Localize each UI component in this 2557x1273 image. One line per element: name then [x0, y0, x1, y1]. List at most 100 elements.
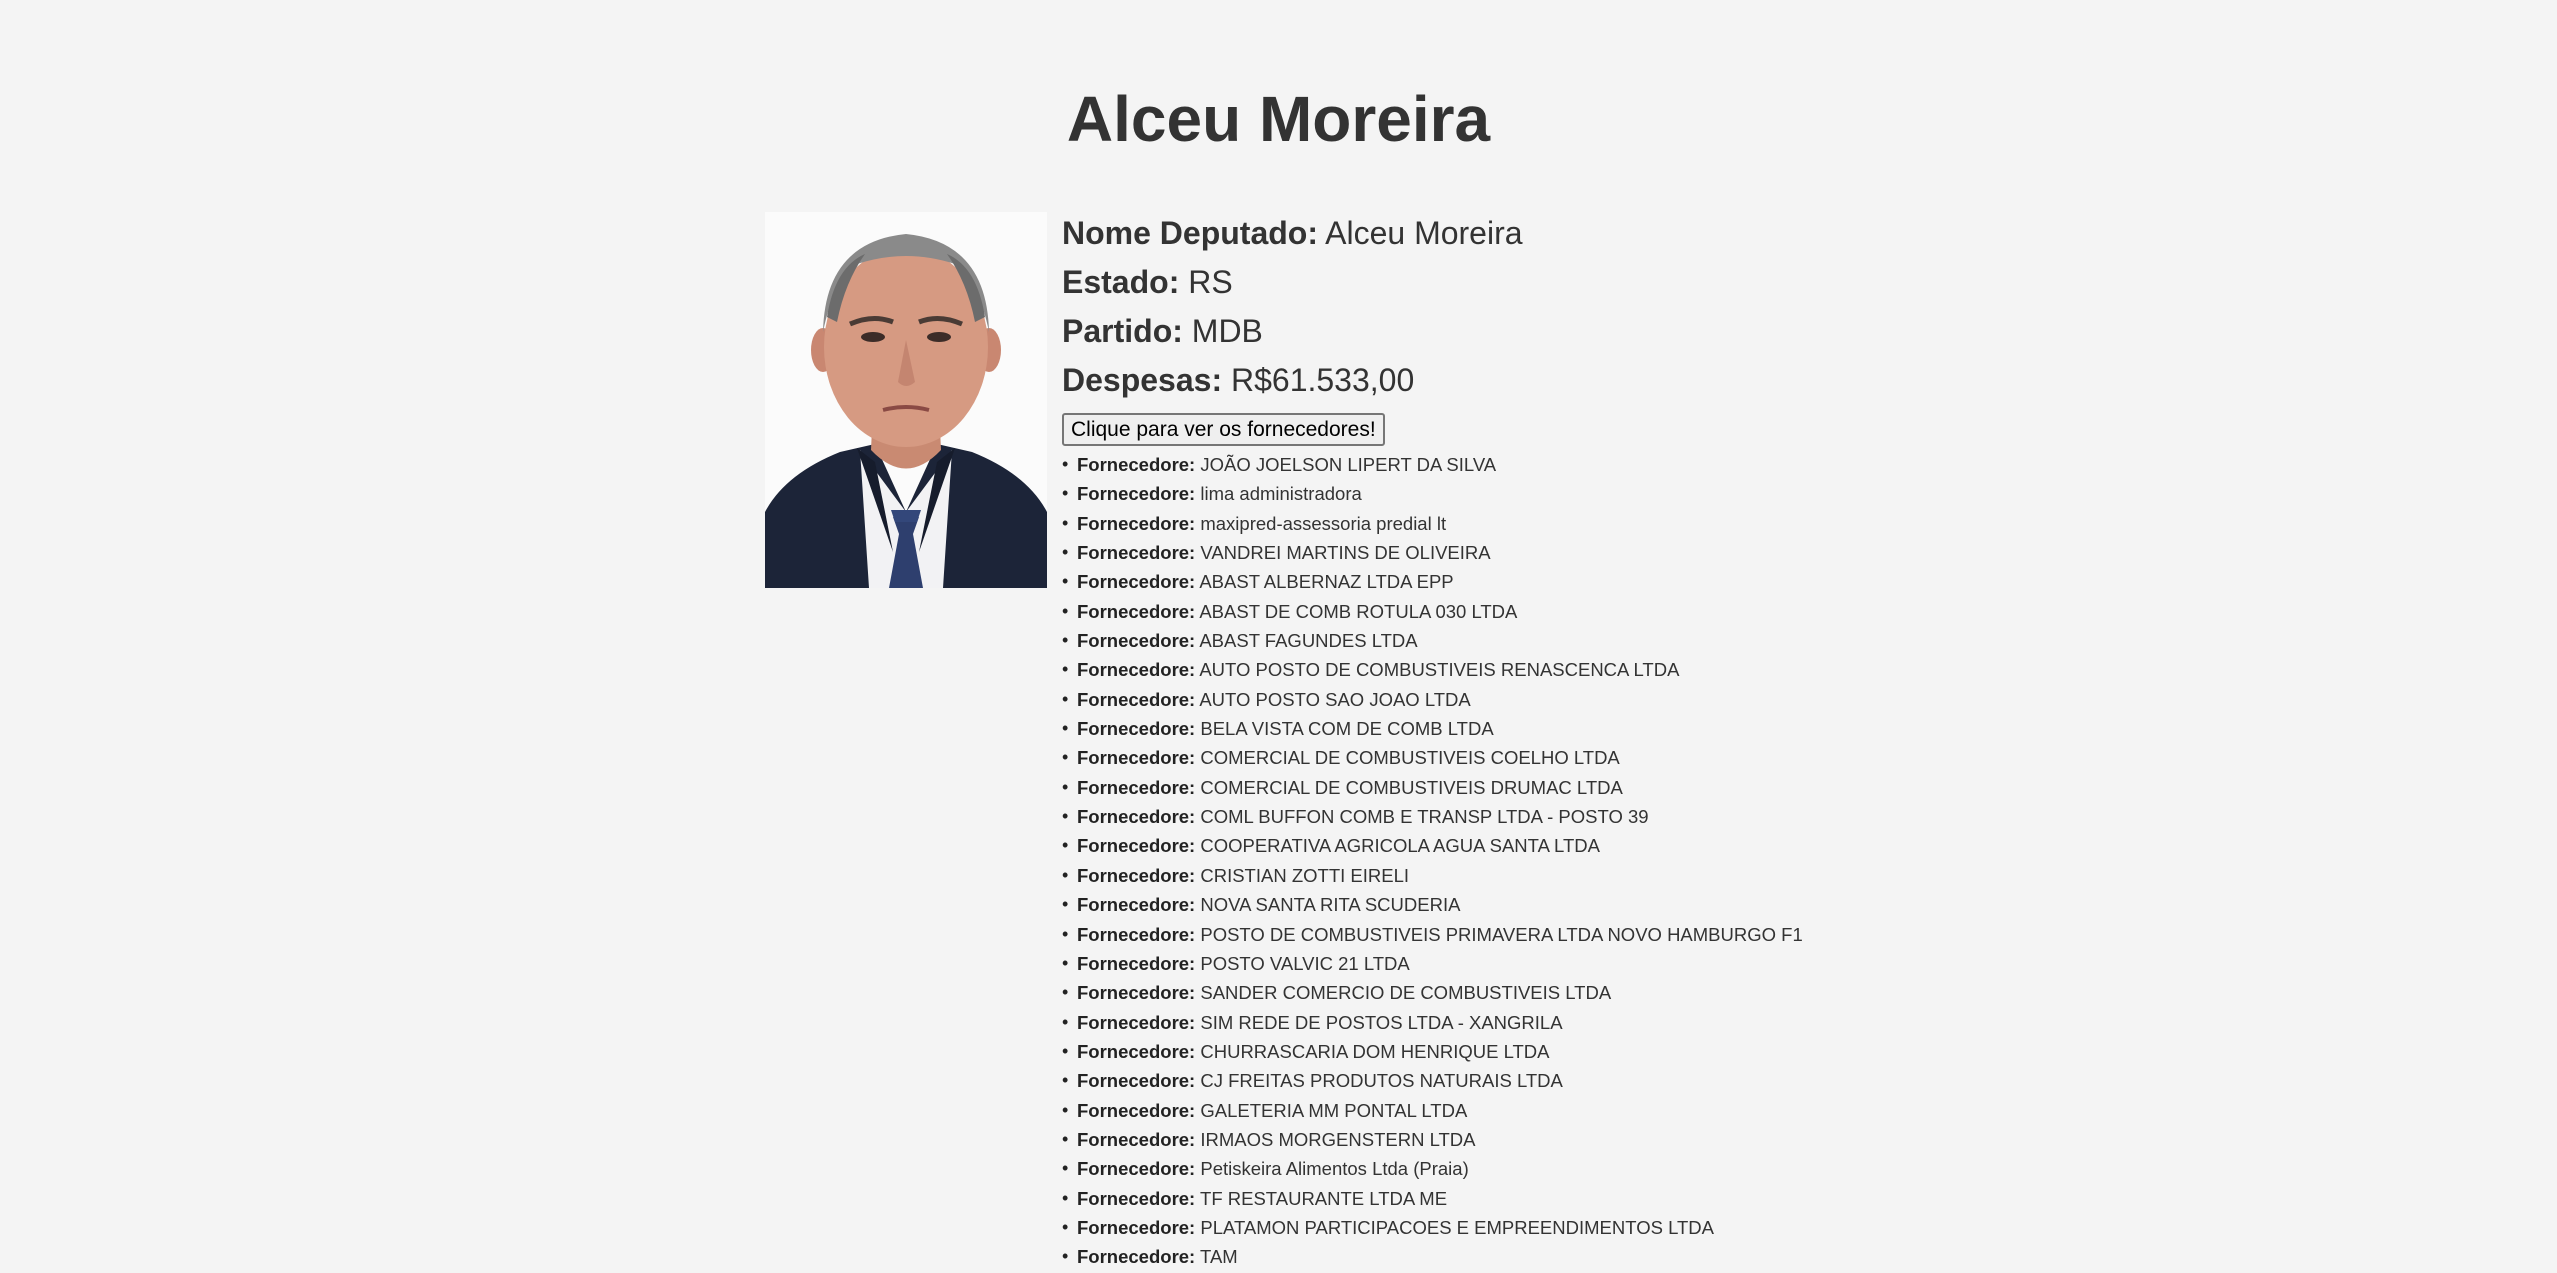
supplier-label: Fornecedore:	[1077, 483, 1196, 505]
supplier-label: Fornecedore:	[1077, 718, 1196, 740]
name-row: Nome Deputado: Alceu Moreira	[1062, 209, 2462, 258]
expenses-value: R$61.533,00	[1230, 362, 1415, 398]
supplier-label: Fornecedore:	[1077, 835, 1196, 857]
supplier-item: • Fornecedore: COML BUFFON COMB E TRANSP …	[1062, 802, 2462, 831]
supplier-label: Fornecedore:	[1077, 982, 1196, 1004]
state-value: RS	[1188, 264, 1233, 300]
bullet-icon: •	[1062, 1128, 1069, 1149]
supplier-label: Fornecedore:	[1077, 806, 1196, 828]
supplier-name: ABAST ALBERNAZ LTDA EPP	[1199, 571, 1454, 593]
supplier-item: • Fornecedore: CJ FREITAS PRODUTOS NATURA…	[1062, 1066, 2462, 1095]
bullet-icon: •	[1062, 630, 1069, 651]
bullet-icon: •	[1062, 600, 1069, 621]
supplier-item: • Fornecedore: maxipred-assessoria predia…	[1062, 509, 2462, 538]
bullet-icon: •	[1062, 982, 1069, 1003]
supplier-item: • Fornecedore: POSTO DE COMBUSTIVEIS PRIM…	[1062, 920, 2462, 949]
bullet-icon: •	[1062, 1011, 1069, 1032]
supplier-item: • Fornecedore: PLATAMON PARTICIPACOES E E…	[1062, 1213, 2462, 1242]
supplier-name: BELA VISTA COM DE COMB LTDA	[1200, 718, 1494, 740]
supplier-item: • Fornecedore: ABAST FAGUNDES LTDA	[1062, 626, 2462, 655]
supplier-item: • Fornecedore: ABAST DE COMB ROTULA 030 L…	[1062, 597, 2462, 626]
bullet-icon: •	[1062, 747, 1069, 768]
supplier-item: • Fornecedore: AUTO POSTO SAO JOAO LTDA	[1062, 685, 2462, 714]
bullet-icon: •	[1062, 483, 1069, 504]
name-label: Nome Deputado:	[1062, 215, 1318, 251]
supplier-label: Fornecedore:	[1077, 454, 1196, 475]
supplier-name: Petiskeira Alimentos Ltda (Praia)	[1200, 1158, 1469, 1180]
supplier-name: POSTO DE COMBUSTIVEIS PRIMAVERA LTDA NOV…	[1200, 923, 1803, 945]
supplier-label: Fornecedore:	[1077, 571, 1196, 593]
supplier-name: NOVA SANTA RITA SCUDERIA	[1200, 894, 1461, 916]
bullet-icon: •	[1062, 718, 1069, 739]
bullet-icon: •	[1062, 542, 1069, 563]
bullet-icon: •	[1062, 1216, 1069, 1237]
bullet-icon: •	[1062, 1099, 1069, 1120]
supplier-item: • Fornecedore: COOPERATIVA AGRICOLA AGUA …	[1062, 831, 2462, 860]
supplier-name: lima administradora	[1200, 483, 1362, 505]
supplier-name: maxipred-assessoria predial lt	[1200, 512, 1447, 534]
supplier-label: Fornecedore:	[1077, 923, 1196, 945]
bullet-icon: •	[1062, 864, 1069, 885]
party-row: Partido: MDB	[1062, 307, 2462, 356]
supplier-item: • Fornecedore: SIM REDE DE POSTOS LTDA - …	[1062, 1008, 2462, 1037]
supplier-name: PLATAMON PARTICIPACOES E EMPREENDIMENTOS…	[1200, 1216, 1714, 1238]
show-suppliers-button[interactable]: Clique para ver os fornecedores!	[1062, 413, 1385, 446]
supplier-label: Fornecedore:	[1077, 1246, 1196, 1268]
supplier-label: Fornecedore:	[1077, 1158, 1196, 1180]
supplier-item: • Fornecedore: Petiskeira Alimentos Ltda …	[1062, 1154, 2462, 1183]
supplier-label: Fornecedore:	[1077, 1011, 1196, 1033]
bullet-icon: •	[1062, 1246, 1069, 1267]
supplier-item: • Fornecedore: TF RESTAURANTE LTDA ME	[1062, 1184, 2462, 1213]
name-value: Alceu Moreira	[1325, 215, 1523, 251]
supplier-item: • Fornecedore: GALETERIA MM PONTAL LTDA	[1062, 1096, 2462, 1125]
supplier-label: Fornecedore:	[1077, 1128, 1196, 1150]
supplier-label: Fornecedore:	[1077, 630, 1196, 652]
supplier-item: • Fornecedore: NOVA SANTA RITA SCUDERIA	[1062, 890, 2462, 919]
bullet-icon: •	[1062, 952, 1069, 973]
supplier-name: IRMAOS MORGENSTERN LTDA	[1200, 1128, 1476, 1150]
supplier-name: ABAST FAGUNDES LTDA	[1199, 630, 1418, 652]
supplier-item: • Fornecedore: IRMAOS MORGENSTERN LTDA	[1062, 1125, 2462, 1154]
expenses-row: Despesas: R$61.533,00	[1062, 356, 2462, 405]
supplier-name: COML BUFFON COMB E TRANSP LTDA - POSTO 3…	[1200, 806, 1649, 828]
supplier-label: Fornecedore:	[1077, 894, 1196, 916]
supplier-name: TAM	[1200, 1246, 1238, 1268]
bullet-icon: •	[1062, 1158, 1069, 1179]
supplier-label: Fornecedore:	[1077, 1099, 1196, 1121]
supplier-name: CJ FREITAS PRODUTOS NATURAIS LTDA	[1200, 1070, 1563, 1092]
party-label: Partido:	[1062, 313, 1183, 349]
supplier-label: Fornecedore:	[1077, 776, 1196, 798]
bullet-icon: •	[1062, 1040, 1069, 1061]
bullet-icon: •	[1062, 454, 1069, 474]
supplier-label: Fornecedore:	[1077, 1070, 1196, 1092]
supplier-item: • Fornecedore: lima administradora	[1062, 479, 2462, 508]
supplier-item: • Fornecedore: ABAST ALBERNAZ LTDA EPP	[1062, 567, 2462, 596]
bullet-icon: •	[1062, 571, 1069, 592]
supplier-name: GALETERIA MM PONTAL LTDA	[1200, 1099, 1468, 1121]
supplier-label: Fornecedore:	[1077, 688, 1196, 710]
supplier-label: Fornecedore:	[1077, 1216, 1196, 1238]
supplier-item: • Fornecedore: TAM	[1062, 1242, 2462, 1271]
bullet-icon: •	[1062, 688, 1069, 709]
supplier-name: COMERCIAL DE COMBUSTIVEIS COELHO LTDA	[1200, 747, 1620, 769]
supplier-name: VANDREI MARTINS DE OLIVEIRA	[1200, 542, 1491, 564]
supplier-label: Fornecedore:	[1077, 600, 1196, 622]
supplier-name: AUTO POSTO SAO JOAO LTDA	[1199, 688, 1471, 710]
supplier-name: JOÃO JOELSON LIPERT DA SILVA	[1200, 454, 1497, 475]
expenses-label: Despesas:	[1062, 362, 1223, 398]
bullet-icon: •	[1062, 806, 1069, 827]
bullet-icon: •	[1062, 659, 1069, 680]
party-value: MDB	[1191, 313, 1263, 349]
supplier-label: Fornecedore:	[1077, 952, 1196, 974]
supplier-name: CHURRASCARIA DOM HENRIQUE LTDA	[1200, 1040, 1550, 1062]
supplier-name: AUTO POSTO DE COMBUSTIVEIS RENASCENCA LT…	[1199, 659, 1680, 681]
bullet-icon: •	[1062, 776, 1069, 797]
supplier-item: • Fornecedore: SANDER COMERCIO DE COMBUST…	[1062, 978, 2462, 1007]
supplier-item: • Fornecedore: POSTO VALVIC 21 LTDA	[1062, 949, 2462, 978]
supplier-item: • Fornecedore: COMERCIAL DE COMBUSTIVEIS …	[1062, 743, 2462, 772]
supplier-label: Fornecedore:	[1077, 512, 1196, 534]
bullet-icon: •	[1062, 923, 1069, 944]
page-title: Alceu Moreira	[1066, 83, 1491, 155]
bullet-icon: •	[1062, 512, 1069, 533]
supplier-label: Fornecedore:	[1077, 542, 1196, 564]
